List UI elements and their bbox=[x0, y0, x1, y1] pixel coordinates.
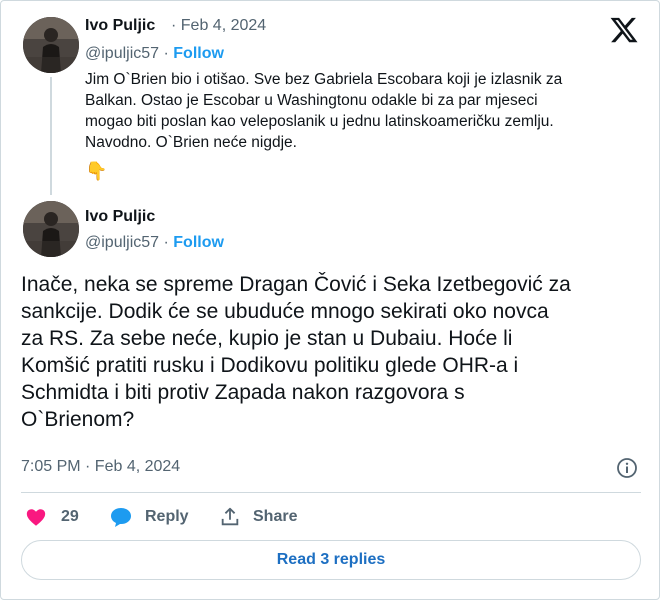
author-handle[interactable]: @ipuljic57 bbox=[85, 45, 159, 62]
tweet-date[interactable]: · Feb 4, 2024 bbox=[171, 17, 266, 35]
read-replies-button[interactable]: Read 3 replies bbox=[21, 540, 641, 580]
separator: · bbox=[159, 234, 174, 251]
author-handle[interactable]: @ipuljic57 bbox=[85, 234, 159, 251]
share-button[interactable]: Share bbox=[219, 506, 297, 528]
reply-bubble-icon bbox=[111, 508, 131, 527]
heart-icon bbox=[26, 509, 46, 526]
author-handle-row: @ipuljic57 · Follow bbox=[85, 234, 224, 252]
share-label: Share bbox=[253, 508, 298, 525]
like-count: 29 bbox=[61, 508, 79, 525]
follow-button[interactable]: Follow bbox=[173, 45, 224, 62]
author-name[interactable]: Ivo Puljic bbox=[85, 17, 155, 35]
tweet-card: Ivo Puljic · Feb 4, 2024 @ipuljic57 · Fo… bbox=[0, 0, 660, 600]
avatar[interactable] bbox=[23, 201, 79, 257]
author-handle-row: @ipuljic57 · Follow bbox=[85, 45, 224, 63]
separator: · bbox=[159, 45, 174, 62]
like-button[interactable]: 29 bbox=[25, 506, 79, 528]
reply-button[interactable]: Reply bbox=[109, 506, 189, 528]
main-tweet-text: Inače, neka se spreme Dragan Čović i Sek… bbox=[21, 273, 571, 431]
pointing-down-emoji: 👇 bbox=[85, 161, 108, 181]
avatar[interactable] bbox=[23, 17, 79, 73]
reply-label: Reply bbox=[145, 508, 189, 525]
share-icon bbox=[221, 507, 239, 526]
x-logo-icon[interactable] bbox=[609, 15, 639, 45]
author-name[interactable]: Ivo Puljic bbox=[85, 208, 155, 226]
tweet-timestamp[interactable]: 7:05 PM · Feb 4, 2024 bbox=[21, 458, 180, 476]
info-icon[interactable] bbox=[615, 456, 639, 480]
divider bbox=[21, 492, 641, 493]
follow-button[interactable]: Follow bbox=[173, 234, 224, 251]
thread-line bbox=[50, 77, 52, 195]
reply-tweet-text: Jim O`Brien bio i otišao. Sve bez Gabrie… bbox=[85, 71, 563, 151]
